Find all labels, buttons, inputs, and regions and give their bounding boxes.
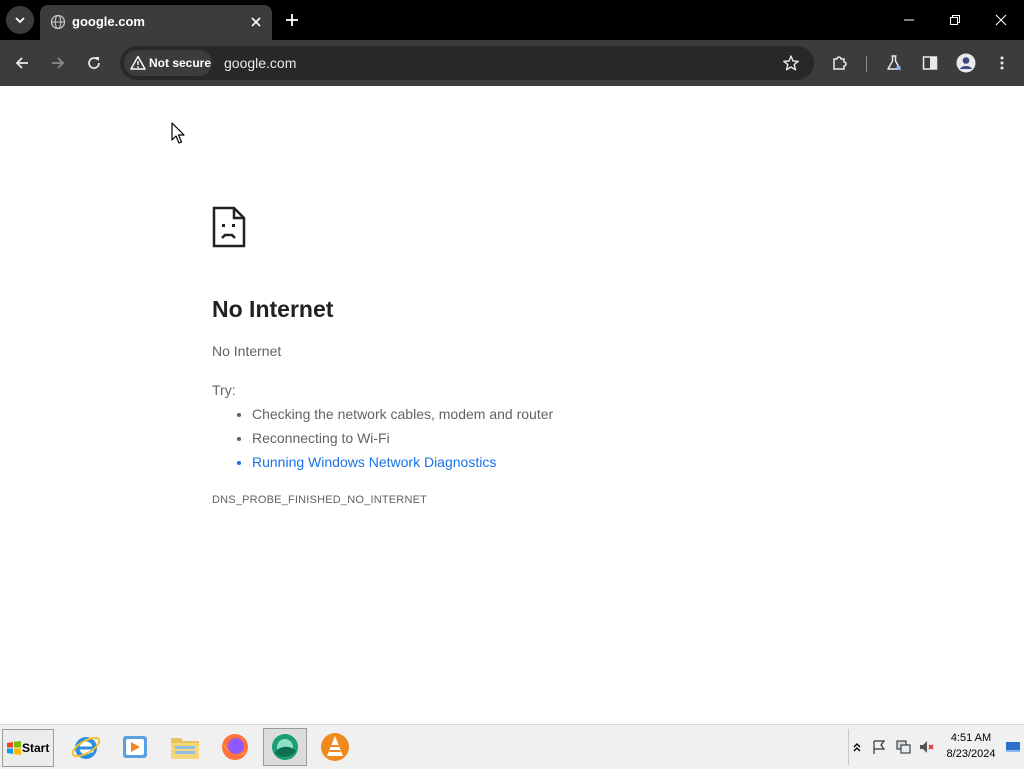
- file-explorer-icon: [171, 738, 199, 759]
- chrome-icon: [272, 734, 298, 760]
- taskbar-app-file-explorer[interactable]: [163, 728, 207, 766]
- windows-flag-icon: [7, 741, 21, 755]
- side-panel-icon: [922, 56, 938, 70]
- clock-time[interactable]: 4:51 AM: [943, 732, 999, 744]
- taskbar-app-vlc[interactable]: [313, 728, 357, 766]
- mouse-cursor-icon: [171, 122, 185, 144]
- back-button[interactable]: [8, 49, 36, 77]
- new-tab-plus-icon[interactable]: [283, 11, 301, 29]
- close-icon: [995, 14, 1007, 26]
- suggestion-item: Checking the network cables, modem and r…: [252, 402, 553, 426]
- taskbar-app-chrome[interactable]: [263, 728, 307, 766]
- close-icon[interactable]: [248, 14, 264, 30]
- volume-muted-icon[interactable]: [919, 739, 935, 755]
- try-label: Try:: [212, 382, 236, 398]
- url-text[interactable]: google.com: [224, 55, 296, 71]
- vlc-icon: [321, 733, 349, 761]
- minimize-icon: [904, 19, 914, 21]
- suggestion-item: Reconnecting to Wi-Fi: [252, 426, 553, 450]
- error-title: No Internet: [212, 296, 334, 322]
- tab-search-button[interactable]: [6, 6, 34, 34]
- chevron-down-icon: [15, 17, 25, 24]
- taskbar: Start 4:51 AM 8/23/2024: [0, 724, 1024, 769]
- more-vertical-icon: [1000, 56, 1004, 70]
- tab-title: google.com: [72, 14, 145, 29]
- suggestion-list: Checking the network cables, modem and r…: [212, 402, 553, 474]
- reload-button[interactable]: [80, 49, 108, 77]
- clock-date[interactable]: 8/23/2024: [939, 748, 1003, 760]
- forward-button[interactable]: [44, 49, 72, 77]
- taskbar-app-internet-explorer[interactable]: [64, 728, 108, 766]
- start-button[interactable]: Start: [2, 729, 54, 767]
- sad-document-icon: [212, 206, 246, 248]
- globe-icon: [50, 14, 66, 30]
- start-label: Start: [22, 741, 50, 755]
- restore-icon: [950, 15, 960, 25]
- action-center-flag-icon[interactable]: [871, 739, 887, 755]
- extensions-button[interactable]: [826, 49, 854, 77]
- taskbar-app-firefox[interactable]: [213, 728, 257, 766]
- security-chip[interactable]: Not secure: [124, 50, 212, 76]
- chevron-up-icon[interactable]: [849, 739, 865, 755]
- minimize-button[interactable]: [886, 0, 932, 40]
- taskbar-app-media-player[interactable]: [113, 728, 157, 766]
- close-window-button[interactable]: [978, 0, 1024, 40]
- profile-button[interactable]: [952, 49, 980, 77]
- network-icon[interactable]: [895, 739, 911, 755]
- puzzle-icon: [833, 56, 847, 70]
- error-code: DNS_PROBE_FINISHED_NO_INTERNET: [212, 494, 428, 506]
- bookmark-star-icon[interactable]: [782, 54, 800, 72]
- page-content: No Internet No Internet Try: Checking th…: [0, 86, 1024, 724]
- arrow-left-icon: [15, 57, 28, 69]
- internet-explorer-icon: [71, 736, 101, 759]
- arrow-right-icon: [52, 57, 65, 69]
- flask-icon: [887, 55, 901, 70]
- profile-avatar-icon: [956, 53, 976, 73]
- menu-button[interactable]: [988, 49, 1016, 77]
- labs-button[interactable]: [880, 49, 908, 77]
- toolbar-divider: [866, 56, 867, 72]
- firefox-icon: [222, 734, 248, 760]
- browser-tab[interactable]: google.com: [40, 5, 272, 40]
- warning-icon: [130, 55, 146, 70]
- error-subtitle: No Internet: [212, 343, 282, 359]
- reload-icon: [88, 57, 100, 69]
- address-bar[interactable]: Not secure google.com: [120, 46, 814, 80]
- restore-button[interactable]: [932, 0, 978, 40]
- title-bar: google.com: [0, 0, 1024, 40]
- system-tray: 4:51 AM 8/23/2024: [848, 729, 1023, 765]
- security-label: Not secure: [149, 56, 212, 70]
- media-player-icon: [123, 736, 147, 758]
- side-panel-button[interactable]: [916, 49, 944, 77]
- browser-toolbar: Not secure google.com: [0, 40, 1024, 86]
- network-diagnostics-link[interactable]: Running Windows Network Diagnostics: [252, 450, 553, 474]
- show-desktop-icon[interactable]: [1005, 739, 1021, 755]
